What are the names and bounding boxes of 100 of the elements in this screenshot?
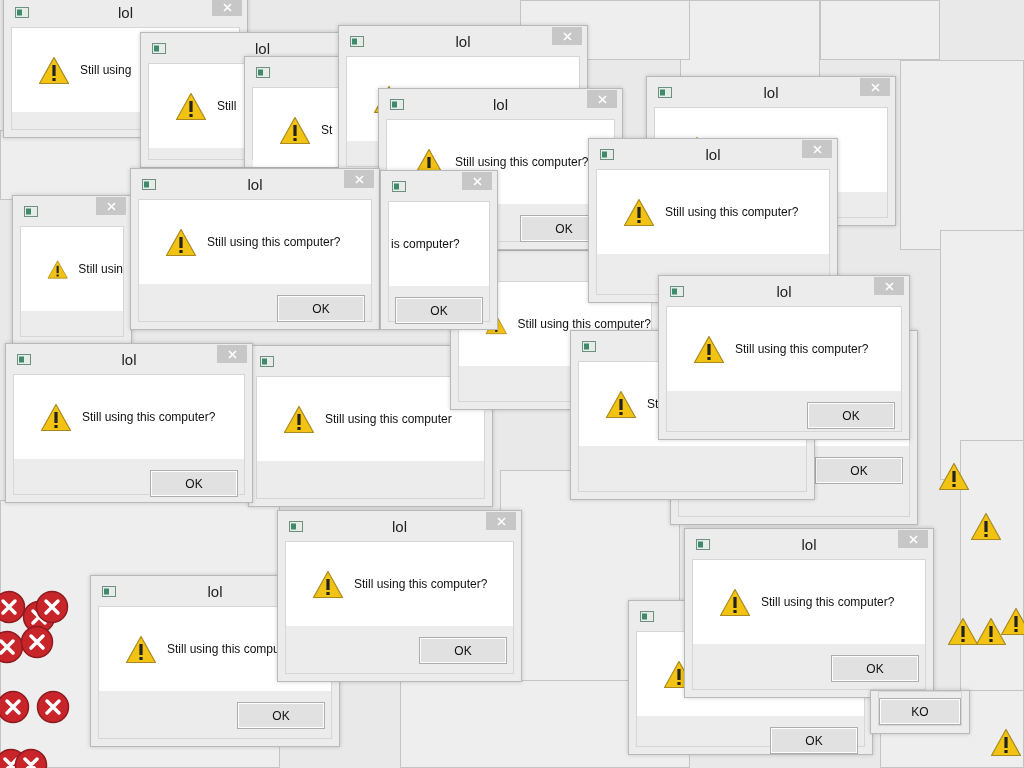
error-icon bbox=[36, 690, 70, 724]
window-title: lol bbox=[118, 3, 133, 21]
message-text: Still using this computer? bbox=[665, 205, 799, 219]
ok-button[interactable]: OK bbox=[395, 297, 483, 324]
message-text: St bbox=[321, 123, 333, 137]
message-text: Still usin bbox=[78, 262, 123, 276]
close-icon bbox=[812, 144, 822, 154]
app-icon bbox=[15, 7, 29, 18]
close-button[interactable] bbox=[587, 90, 617, 108]
app-icon bbox=[582, 341, 596, 352]
close-icon bbox=[354, 174, 364, 184]
window-title: lol bbox=[121, 350, 137, 368]
window-title: lol bbox=[763, 83, 779, 101]
close-icon bbox=[870, 82, 880, 92]
ok-button[interactable]: OK bbox=[150, 470, 238, 497]
error-icon bbox=[0, 690, 30, 724]
message-text: Still using this computer? bbox=[207, 235, 341, 249]
error-icon bbox=[20, 625, 54, 659]
close-icon bbox=[472, 176, 482, 186]
warning-icon bbox=[312, 569, 344, 599]
close-button[interactable] bbox=[344, 170, 374, 188]
close-button[interactable] bbox=[212, 0, 242, 16]
message-text: Still using this computer? bbox=[761, 595, 895, 609]
window-title: lol bbox=[493, 95, 508, 113]
ok-button[interactable]: OK bbox=[277, 295, 365, 322]
warning-icon bbox=[605, 389, 637, 419]
warning-icon bbox=[970, 512, 1002, 541]
error-icon bbox=[0, 630, 24, 664]
app-icon bbox=[256, 67, 270, 78]
close-icon bbox=[597, 94, 607, 104]
message-text: Still using this computer? bbox=[354, 577, 488, 591]
window-title: lol bbox=[776, 282, 792, 300]
ok-button[interactable]: OK bbox=[807, 402, 895, 429]
app-icon bbox=[260, 356, 274, 367]
warning-icon bbox=[165, 227, 197, 257]
warning-icon bbox=[693, 334, 725, 364]
window-title: lol bbox=[392, 517, 407, 535]
close-button[interactable] bbox=[802, 140, 832, 158]
ok-button[interactable]: OK bbox=[419, 637, 507, 664]
ok-button[interactable]: OK bbox=[815, 457, 903, 484]
warning-icon bbox=[947, 617, 979, 646]
window-title: lol bbox=[255, 39, 270, 57]
close-button[interactable] bbox=[96, 197, 126, 215]
warning-icon bbox=[40, 402, 72, 432]
warning-icon bbox=[975, 617, 1007, 646]
warning-icon bbox=[1000, 607, 1024, 636]
close-button[interactable] bbox=[552, 27, 582, 45]
close-button[interactable] bbox=[860, 78, 890, 96]
ok-button[interactable]: OK bbox=[237, 702, 325, 729]
app-icon bbox=[142, 179, 156, 190]
window-title: lol bbox=[207, 582, 223, 600]
app-icon bbox=[696, 539, 710, 550]
warning-icon bbox=[938, 462, 970, 491]
message-text: Still using this computer bbox=[325, 412, 452, 426]
message-text: Still using this computer? bbox=[735, 342, 869, 356]
warning-icon bbox=[283, 404, 315, 434]
message-text: Still using this computer? bbox=[517, 317, 651, 331]
app-icon bbox=[600, 149, 614, 160]
warning-icon bbox=[175, 91, 207, 121]
app-icon bbox=[289, 521, 303, 532]
app-icon bbox=[350, 36, 364, 47]
warning-icon bbox=[719, 587, 751, 617]
message-text: Still using this computer? bbox=[455, 155, 589, 169]
window-title: lol bbox=[705, 145, 721, 163]
window-title: lol bbox=[801, 535, 817, 553]
app-icon bbox=[152, 43, 166, 54]
warning-icon bbox=[38, 55, 70, 85]
app-icon bbox=[102, 586, 116, 597]
app-icon bbox=[640, 611, 654, 622]
error-icon bbox=[35, 590, 69, 624]
close-button[interactable] bbox=[898, 530, 928, 548]
error-icon bbox=[0, 590, 26, 624]
close-icon bbox=[908, 534, 918, 544]
window-title: lol bbox=[247, 175, 263, 193]
close-icon bbox=[884, 281, 894, 291]
app-icon bbox=[24, 206, 38, 217]
ok-button[interactable]: OK bbox=[831, 655, 919, 682]
close-icon bbox=[106, 201, 116, 211]
warning-icon bbox=[623, 197, 655, 227]
warning-icon bbox=[125, 634, 157, 664]
close-button[interactable] bbox=[874, 277, 904, 295]
close-button[interactable] bbox=[217, 345, 247, 363]
close-icon bbox=[227, 349, 237, 359]
message-text: is computer? bbox=[391, 237, 460, 251]
ok-button[interactable]: OK bbox=[770, 727, 858, 754]
message-text: Still using this computer? bbox=[82, 410, 216, 424]
message-text: St bbox=[647, 397, 659, 411]
close-button[interactable] bbox=[486, 512, 516, 530]
message-text: Still using bbox=[80, 63, 132, 77]
close-icon bbox=[562, 31, 572, 41]
warning-icon bbox=[279, 115, 311, 145]
window-title: lol bbox=[455, 32, 471, 50]
close-icon bbox=[222, 2, 232, 12]
ok-button[interactable]: KO bbox=[879, 698, 961, 725]
warning-icon bbox=[990, 728, 1022, 757]
app-icon bbox=[17, 354, 31, 365]
app-icon bbox=[670, 286, 684, 297]
close-icon bbox=[496, 516, 506, 526]
app-icon bbox=[658, 87, 672, 98]
close-button[interactable] bbox=[462, 172, 492, 190]
